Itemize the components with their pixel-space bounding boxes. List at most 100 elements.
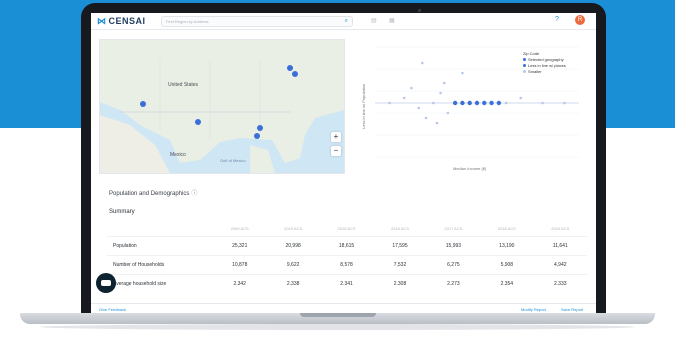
table-cell: 2.342 xyxy=(213,274,267,293)
column-header: 2000 ACS xyxy=(230,226,249,231)
legend-item: Selected geography xyxy=(523,57,566,62)
brand-name: CENSAI xyxy=(108,16,146,26)
scatter-point xyxy=(442,81,446,85)
table-cell: 10,878 xyxy=(213,255,267,275)
table-cell: 25,321 xyxy=(213,236,267,256)
top-bar: ⋈ CENSAI Find Region by Address ⌕ ▤ ▦ ? R xyxy=(91,13,596,30)
scatter-point xyxy=(474,100,480,106)
save-report-link[interactable]: Save Report xyxy=(561,307,583,312)
chat-button[interactable] xyxy=(96,273,116,293)
legend-title: Zip Code xyxy=(523,51,540,56)
map-label-us: United States xyxy=(168,82,199,88)
table-header-row: 2000 ACS 2010 ACS 2015 ACS 2016 ACS 2017 ACS… xyxy=(107,221,587,237)
row-label: Number of Households xyxy=(107,255,213,275)
map-label-gulf: Gulf of Mexico xyxy=(220,158,246,163)
column-header xyxy=(107,221,213,237)
y-axis-label: Less in line w/ Population xyxy=(361,84,366,129)
column-header: 2016 ACS xyxy=(390,226,409,231)
table-cell: 18,615 xyxy=(319,236,374,256)
column-header: 2019 ACS xyxy=(551,226,570,231)
table-cell: 5,908 xyxy=(480,255,534,275)
chart-legend: Zip Code Selected geography Less in line… xyxy=(523,51,566,75)
table-body: Population 25,321 20,998 18,615 17,595 15,993… xyxy=(107,236,587,293)
scatter-point xyxy=(504,101,508,105)
laptop-shadow xyxy=(40,324,635,330)
table-cell: 13,190 xyxy=(480,236,534,256)
map-marker xyxy=(140,101,146,107)
row-label: Average household size xyxy=(107,274,213,293)
table-cell: 4,942 xyxy=(533,255,587,275)
search-input[interactable]: Find Region by Address ⌕ xyxy=(161,16,353,27)
table-row: Population 25,321 20,998 18,615 17,595 15,993… xyxy=(107,236,587,256)
table-cell: 11,641 xyxy=(533,236,587,256)
legend-label: Smaller xyxy=(528,69,542,74)
table-cell: 2.308 xyxy=(373,274,427,293)
scatter-point xyxy=(482,100,487,106)
scatter-point xyxy=(467,100,472,106)
table-cell: 2.354 xyxy=(480,274,534,293)
section-title-text: Population and Demographics xyxy=(109,191,190,197)
map-panel[interactable]: United States Mexico Gulf of Mexico + − xyxy=(99,39,345,174)
avatar[interactable]: R xyxy=(575,15,585,25)
summary-table: 2000 ACS 2010 ACS 2015 ACS 2016 ACS 2017 ACS… xyxy=(107,221,587,293)
table-cell: 15,993 xyxy=(426,236,481,256)
legend-item: Smaller xyxy=(523,69,566,74)
scatter-point xyxy=(446,111,450,115)
laptop-notch xyxy=(300,313,376,317)
legend-label: Less in line w/ places xyxy=(528,63,566,68)
grid-icon[interactable]: ▦ xyxy=(389,17,395,24)
column-header: 2015 ACS xyxy=(337,226,356,231)
map-marker xyxy=(287,65,293,71)
table-row: Number of Households 10,878 9,622 8,578 7,53… xyxy=(107,255,587,275)
info-icon[interactable]: ⓘ xyxy=(191,191,197,197)
scatter-point xyxy=(424,116,428,120)
map-marker xyxy=(257,125,263,131)
search-placeholder: Find Region by Address xyxy=(166,19,209,24)
scatter-point xyxy=(489,100,494,106)
scatter-chart: Median Income ($) Less in line w/ Populat… xyxy=(353,39,589,172)
footer-bar: Give Feedback Modify Report Save Report xyxy=(91,303,596,313)
scatter-point xyxy=(388,101,391,105)
modify-report-link[interactable]: Modify Report xyxy=(521,307,546,312)
table-cell: 6,275 xyxy=(426,255,481,275)
help-icon[interactable]: ? xyxy=(555,16,559,23)
scatter-point xyxy=(410,86,413,90)
table-cell: 17,595 xyxy=(373,236,427,256)
column-header: 2010 ACS xyxy=(284,226,303,231)
scatter-point xyxy=(435,121,439,125)
scatter-point xyxy=(431,101,435,105)
legend-item: Less in line w/ places xyxy=(523,63,566,68)
feedback-link[interactable]: Give Feedback xyxy=(99,307,126,312)
brand-logo[interactable]: ⋈ CENSAI xyxy=(97,16,146,27)
zoom-out-button[interactable]: − xyxy=(331,146,341,156)
scatter-point xyxy=(496,100,502,106)
section-title: Population and Demographics ⓘ xyxy=(109,188,197,197)
table-cell: 8,578 xyxy=(319,255,374,275)
search-icon[interactable]: ⌕ xyxy=(345,18,348,25)
map-land xyxy=(100,40,344,173)
scatter-point xyxy=(519,96,523,100)
table-cell: 2.341 xyxy=(319,274,374,293)
scatter-point xyxy=(417,106,421,110)
column-header: 2017 ACS xyxy=(444,226,463,231)
table-cell: 2.273 xyxy=(426,274,481,293)
x-axis-label: Median Income ($) xyxy=(453,166,487,171)
map-label-mexico: Mexico xyxy=(170,152,186,158)
zoom-in-button[interactable]: + xyxy=(331,132,341,142)
avatar-initial: R xyxy=(577,17,583,23)
chat-icon xyxy=(101,280,111,286)
table-cell: 7,532 xyxy=(373,255,427,275)
scatter-point xyxy=(421,61,424,65)
scatter-point xyxy=(460,100,465,106)
legend-label: Selected geography xyxy=(528,57,564,62)
column-header: 2018 ACS xyxy=(497,226,516,231)
map-marker xyxy=(292,71,298,77)
row-label: Population xyxy=(107,236,213,256)
table-row: Average household size 2.342 2.338 2.341 2.3… xyxy=(107,274,587,293)
logo-icon: ⋈ xyxy=(97,16,107,26)
map-marker xyxy=(254,133,260,139)
scatter-point xyxy=(452,100,458,106)
scatter-point xyxy=(461,71,464,75)
scatter-point xyxy=(439,91,442,95)
layers-icon[interactable]: ▤ xyxy=(371,17,377,24)
